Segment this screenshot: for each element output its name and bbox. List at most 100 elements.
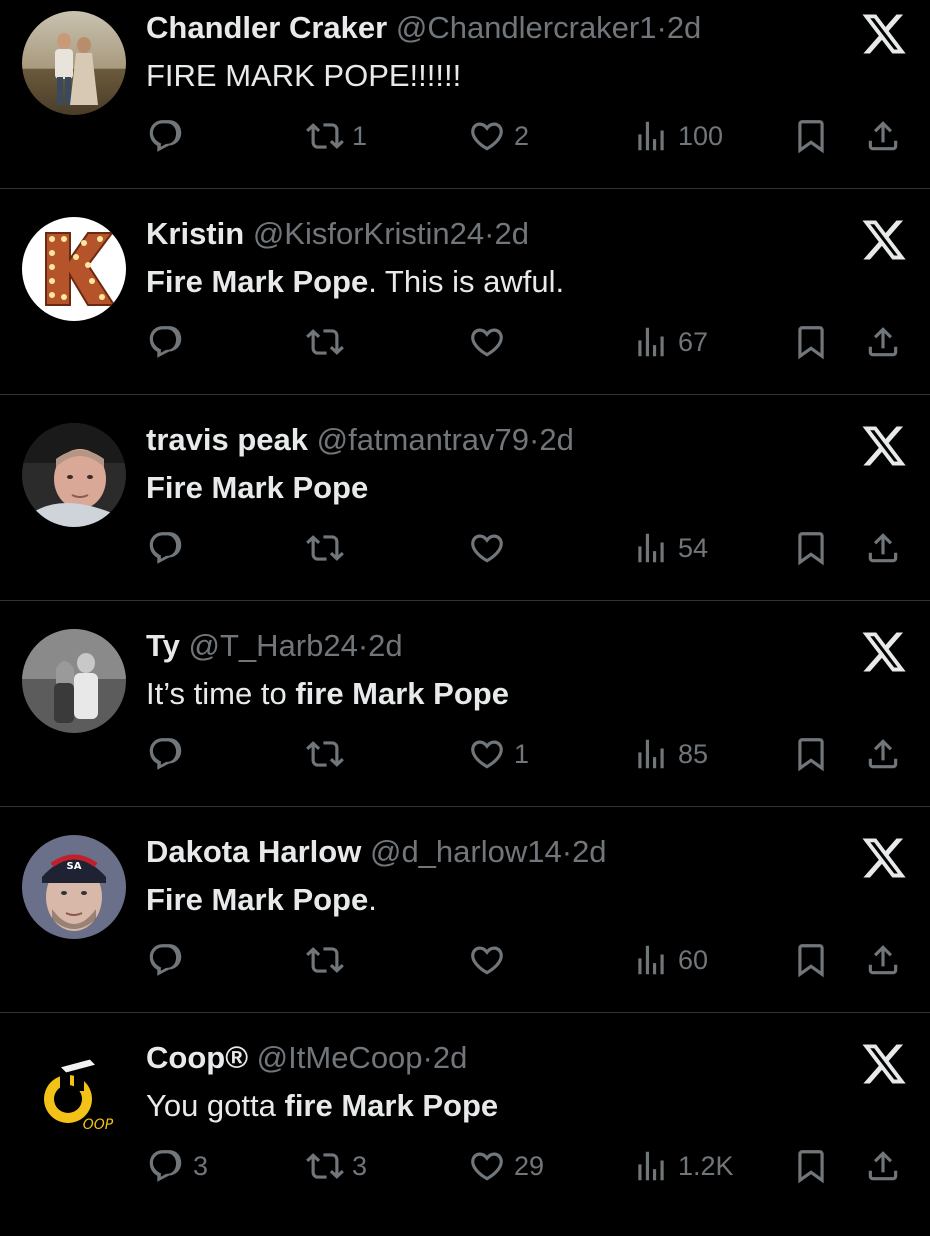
user-handle[interactable]: @fatmantrav79	[317, 422, 529, 457]
timestamp[interactable]: 2d	[433, 1040, 467, 1075]
analytics-icon	[632, 117, 670, 155]
reply-button[interactable]	[147, 318, 185, 366]
timestamp[interactable]: 2d	[368, 628, 402, 663]
avatar[interactable]	[22, 423, 126, 527]
text-segment: FIRE MARK POPE!!!!!!	[146, 58, 462, 93]
tweet-text: Fire Mark Pope	[146, 468, 368, 508]
share-button[interactable]	[864, 318, 902, 366]
timestamp[interactable]: 2d	[494, 216, 528, 251]
timestamp[interactable]: 2d	[667, 10, 701, 45]
retweet-icon	[306, 1147, 344, 1185]
user-name[interactable]: Dakota Harlow	[146, 834, 361, 869]
avatar[interactable]	[22, 11, 126, 115]
tweet-header: Kristin @KisforKristin24·2d	[146, 214, 529, 254]
user-handle[interactable]: @Chandlercraker1	[396, 10, 657, 45]
text-segment: You gotta	[146, 1088, 285, 1123]
user-handle[interactable]: @KisforKristin24	[253, 216, 484, 251]
user-handle[interactable]: @T_Harb24	[189, 628, 358, 663]
like-button[interactable]	[468, 936, 506, 984]
avatar[interactable]: OOP	[22, 1041, 126, 1145]
reply-icon	[147, 735, 185, 773]
retweet-button[interactable]	[306, 524, 344, 572]
x-logo-icon	[860, 10, 908, 58]
views-button[interactable]: 100	[632, 112, 723, 160]
avatar[interactable]	[22, 629, 126, 733]
views-button[interactable]: 85	[632, 730, 708, 778]
bookmark-icon	[792, 529, 830, 567]
bookmark-icon	[792, 323, 830, 361]
separator-dot: ·	[422, 1040, 433, 1075]
like-button[interactable]: 1	[468, 730, 529, 778]
bookmark-button[interactable]	[792, 318, 830, 366]
views-button[interactable]: 1.2K	[632, 1142, 734, 1190]
reply-button[interactable]	[147, 112, 185, 160]
user-name[interactable]: travis peak	[146, 422, 308, 457]
separator-dot: ·	[561, 834, 573, 869]
x-logo-icon	[860, 1040, 908, 1088]
highlighted-text: fire Mark Pope	[284, 1088, 499, 1123]
like-button[interactable]: 2	[468, 112, 529, 160]
bookmark-button[interactable]	[792, 112, 830, 160]
avatar-logo-text: OOP	[83, 1117, 114, 1133]
share-button[interactable]	[864, 524, 902, 572]
action-bar: 54	[0, 524, 930, 572]
user-handle[interactable]: @d_harlow14	[370, 834, 562, 869]
bookmark-icon	[792, 735, 830, 773]
like-count: 1	[514, 738, 530, 769]
user-name[interactable]: Chandler Craker	[146, 10, 387, 45]
reply-count: 3	[193, 1150, 209, 1181]
like-count: 29	[514, 1150, 545, 1181]
avatar[interactable]	[22, 217, 126, 321]
user-handle[interactable]: @ItMeCoop	[257, 1040, 423, 1075]
timestamp[interactable]: 2d	[539, 422, 573, 457]
retweet-icon	[306, 529, 344, 567]
bookmark-button[interactable]	[792, 1142, 830, 1190]
tweet[interactable]: SA Dakota Harlow @d_harlow14·2d Fire Mark …	[0, 824, 930, 1030]
retweet-icon	[306, 323, 344, 361]
analytics-icon	[632, 323, 670, 361]
retweet-button[interactable]	[306, 730, 344, 778]
tweet[interactable]: Ty @T_Harb24·2d It’s time to fire Mark Po…	[0, 618, 930, 824]
bookmark-button[interactable]	[792, 730, 830, 778]
share-icon	[864, 1147, 902, 1185]
views-button[interactable]: 54	[632, 524, 708, 572]
user-name[interactable]: Coop®	[146, 1040, 248, 1075]
tweet[interactable]: travis peak @fatmantrav79·2d Fire Mark Po…	[0, 412, 930, 618]
tweet[interactable]: Chandler Craker @Chandlercraker1·2d FIRE …	[0, 0, 930, 206]
reply-button[interactable]	[147, 524, 185, 572]
heart-icon	[468, 1147, 506, 1185]
bookmark-button[interactable]	[792, 936, 830, 984]
views-button[interactable]: 67	[632, 318, 708, 366]
bookmark-button[interactable]	[792, 524, 830, 572]
heart-icon	[468, 941, 506, 979]
separator-dot: ·	[656, 10, 667, 45]
reply-button[interactable]	[147, 730, 185, 778]
share-button[interactable]	[864, 112, 902, 160]
share-button[interactable]	[864, 730, 902, 778]
text-segment: It’s time to	[146, 676, 296, 711]
retweet-button[interactable]	[306, 318, 344, 366]
highlighted-text: Fire Mark Pope	[146, 882, 369, 917]
x-logo-icon	[860, 834, 908, 882]
share-button[interactable]	[864, 936, 902, 984]
views-button[interactable]: 60	[632, 936, 708, 984]
tweet[interactable]: Kristin @KisforKristin24·2d Fire Mark Pop…	[0, 206, 930, 412]
retweet-button[interactable]	[306, 936, 344, 984]
avatar[interactable]: SA	[22, 835, 126, 939]
reply-button[interactable]: 3	[147, 1142, 208, 1190]
x-logo-icon	[860, 422, 908, 470]
action-bar: 1 85	[0, 730, 930, 778]
timestamp[interactable]: 2d	[572, 834, 606, 869]
user-name[interactable]: Ty	[146, 628, 180, 663]
retweet-button[interactable]: 3	[306, 1142, 367, 1190]
reply-button[interactable]	[147, 936, 185, 984]
share-button[interactable]	[864, 1142, 902, 1190]
tweet[interactable]: OOP Coop® @ItMeCoop·2d You gotta fire Mark…	[0, 1030, 930, 1236]
like-button[interactable]: 29	[468, 1142, 544, 1190]
user-name[interactable]: Kristin	[146, 216, 244, 251]
view-count: 100	[678, 120, 724, 151]
like-button[interactable]	[468, 318, 506, 366]
retweet-button[interactable]: 1	[306, 112, 367, 160]
tweet-divider	[0, 806, 930, 807]
like-button[interactable]	[468, 524, 506, 572]
